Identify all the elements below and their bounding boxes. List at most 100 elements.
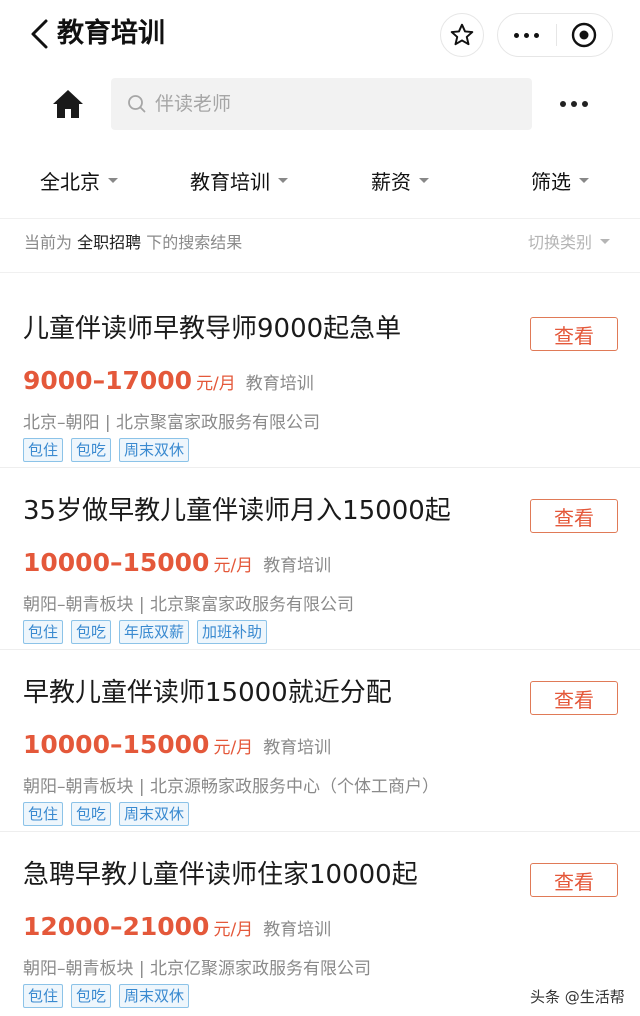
job-company-line: 朝阳–朝青板块 | 北京源畅家政服务中心（个体工商户） [23,772,439,797]
view-button[interactable]: 查看 [530,499,618,533]
job-salary: 12000–21000 [23,912,210,941]
job-company-line: 朝阳–朝青板块 | 北京聚富家政服务有限公司 [23,590,354,615]
filter-label: 全北京 [40,169,100,194]
filter-bar: 全北京 教育培训 薪资 筛选 [0,152,640,208]
job-card[interactable]: 早教儿童伴读师15000就近分配 查看 10000–15000 元/月 教育培训… [0,650,640,832]
job-salary: 10000–15000 [23,730,210,759]
filter-label: 薪资 [371,169,411,194]
job-company: 北京聚富家政服务有限公司 [150,595,355,615]
job-company: 北京亿聚源家政服务有限公司 [150,959,372,979]
filter-industry[interactable]: 教育培训 [190,164,288,196]
salary-line: 10000–15000 元/月 教育培训 [23,730,331,759]
search-row [0,74,640,134]
caret-down-icon [419,177,429,183]
salary-line: 12000–21000 元/月 教育培训 [23,912,331,941]
job-location: 朝阳–朝青板块 [23,595,134,615]
caret-down-icon [278,177,288,183]
job-category: 教育培训 [263,738,332,758]
page-title: 教育培训 [57,18,165,49]
job-tag: 包吃 [71,620,112,644]
job-title: 早教儿童伴读师15000就近分配 [23,678,392,708]
job-tag: 包吃 [71,438,112,462]
section-divider [0,272,640,286]
job-salary: 10000–15000 [23,548,210,577]
filter-location[interactable]: 全北京 [40,164,118,196]
job-location: 北京–朝阳 [23,413,100,433]
company-separator: | [104,413,111,433]
job-company-line: 朝阳–朝青板块 | 北京亿聚源家政服务有限公司 [23,954,371,979]
caret-down-icon [600,238,611,244]
job-tag: 周末双休 [119,984,190,1008]
search-icon [128,95,146,113]
caret-down-icon [108,177,118,183]
switch-category-label: 切换类别 [528,233,593,252]
job-title: 急聘早教儿童伴读师住家10000起 [23,860,418,890]
job-category: 教育培训 [263,920,332,940]
job-title: 35岁做早教儿童伴读师月入15000起 [23,496,451,526]
job-card[interactable]: 儿童伴读师早教导师9000起急单 查看 9000–17000 元/月 教育培训 … [0,286,640,468]
job-tag: 年底双薪 [119,620,190,644]
favorite-button[interactable] [440,13,484,57]
job-location: 朝阳–朝青板块 [23,959,134,979]
nav-bar: 教育培训 [0,0,640,68]
company-separator: | [138,959,145,979]
view-button[interactable]: 查看 [530,681,618,715]
home-button[interactable] [48,84,88,124]
job-tags: 包住 包吃 周末双休 [23,438,190,462]
home-icon [53,90,83,118]
search-context-bar: 当前为 全职招聘 下的搜索结果 切换类别 [0,218,640,264]
context-suffix: 下的搜索结果 [146,233,243,252]
chevron-left-icon [31,19,48,49]
salary-unit: 元/月 [213,920,254,940]
job-category: 教育培训 [245,374,314,394]
job-tag: 周末双休 [119,802,190,826]
company-separator: | [138,777,145,797]
salary-unit: 元/月 [213,556,254,576]
company-separator: | [138,595,145,615]
job-company: 北京聚富家政服务有限公司 [116,413,321,433]
target-icon [572,22,597,48]
watermark: 头条 @生活帮 [526,984,629,1009]
capsule-close-button[interactable] [556,14,612,56]
job-tags: 包住 包吃 年底双薪 加班补助 [23,620,268,644]
filter-more[interactable]: 筛选 [531,164,589,196]
job-salary: 9000–17000 [23,366,193,395]
more-options-button[interactable] [552,90,596,118]
job-card[interactable]: 35岁做早教儿童伴读师月入15000起 查看 10000–15000 元/月 教… [0,468,640,650]
job-title: 儿童伴读师早教导师9000起急单 [23,314,402,344]
more-dots-icon [514,32,540,38]
context-prefix: 当前为 [24,233,73,252]
capsule-more-button[interactable] [498,14,556,56]
job-tag: 包吃 [71,984,112,1008]
job-tag: 包住 [23,984,64,1008]
view-button[interactable]: 查看 [530,317,618,351]
search-box[interactable] [111,78,532,130]
job-tag: 周末双休 [119,438,190,462]
salary-line: 10000–15000 元/月 教育培训 [23,548,331,577]
back-button[interactable] [22,14,56,54]
more-dots-icon [560,101,588,107]
mini-program-capsule [497,13,613,57]
view-button[interactable]: 查看 [530,863,618,897]
job-tag: 加班补助 [197,620,268,644]
search-input[interactable] [155,93,515,115]
job-tag: 包住 [23,802,64,826]
job-location: 朝阳–朝青板块 [23,777,134,797]
context-category: 全职招聘 [77,233,142,252]
salary-line: 9000–17000 元/月 教育培训 [23,366,314,395]
job-tag: 包住 [23,438,64,462]
job-tag: 包吃 [71,802,112,826]
caret-down-icon [579,177,589,183]
job-company-line: 北京–朝阳 | 北京聚富家政服务有限公司 [23,408,320,433]
filter-label: 筛选 [531,169,571,194]
job-tags: 包住 包吃 周末双休 [23,984,190,1008]
search-context-text: 当前为 全职招聘 下的搜索结果 [24,229,242,253]
job-tag: 包住 [23,620,64,644]
filter-label: 教育培训 [190,169,270,194]
job-company: 北京源畅家政服务中心（个体工商户） [150,777,440,797]
filter-salary[interactable]: 薪资 [371,164,429,196]
switch-category-button[interactable]: 切换类别 [528,229,611,253]
job-tags: 包住 包吃 周末双休 [23,802,190,826]
star-icon [450,23,474,46]
job-category: 教育培训 [263,556,332,576]
